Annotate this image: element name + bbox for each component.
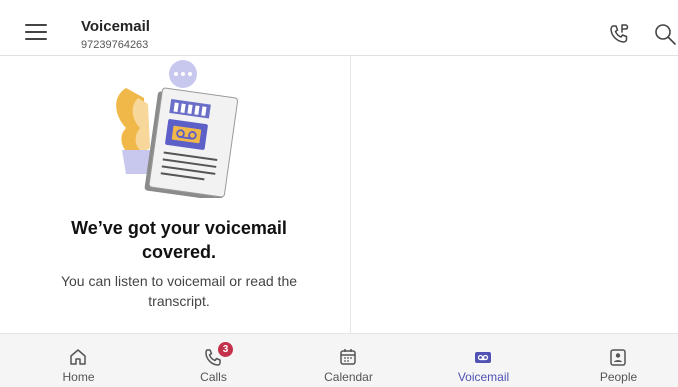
calendar-icon bbox=[340, 349, 356, 365]
app-window: Voicemail 97239764263 We’ve got your voi… bbox=[0, 0, 678, 387]
nav-label: Calendar bbox=[324, 370, 373, 384]
app-header: Voicemail 97239764263 bbox=[0, 0, 678, 56]
nav-people[interactable]: People bbox=[551, 334, 678, 387]
page-title: Voicemail bbox=[81, 18, 150, 35]
voicemail-icon bbox=[475, 352, 491, 363]
empty-state-headline: We’ve got your voicemail covered. bbox=[71, 218, 287, 262]
empty-state-description: You can listen to voicemail or read the … bbox=[60, 273, 298, 309]
missed-calls-badge: 3 bbox=[218, 342, 233, 357]
nav-calls[interactable]: 3 Calls bbox=[146, 334, 281, 387]
nav-label: Voicemail bbox=[457, 370, 510, 384]
phone-dialpad-icon[interactable] bbox=[607, 22, 631, 46]
nav-label: Calls bbox=[200, 370, 227, 384]
nav-label: Home bbox=[62, 370, 95, 384]
nav-home[interactable]: Home bbox=[11, 334, 146, 387]
nav-voicemail[interactable]: Voicemail bbox=[416, 334, 551, 387]
people-icon bbox=[610, 349, 626, 366]
nav-label: People bbox=[599, 370, 638, 384]
home-icon bbox=[70, 349, 86, 365]
voicemail-illustration bbox=[116, 60, 239, 198]
phone-number: 97239764263 bbox=[81, 39, 149, 51]
pane-divider bbox=[350, 56, 351, 333]
bottom-nav: Home 3 Calls Calendar Voicemail People bbox=[0, 333, 678, 387]
hamburger-icon[interactable] bbox=[25, 24, 47, 40]
nav-calendar[interactable]: Calendar bbox=[281, 334, 416, 387]
search-icon[interactable] bbox=[653, 22, 677, 46]
